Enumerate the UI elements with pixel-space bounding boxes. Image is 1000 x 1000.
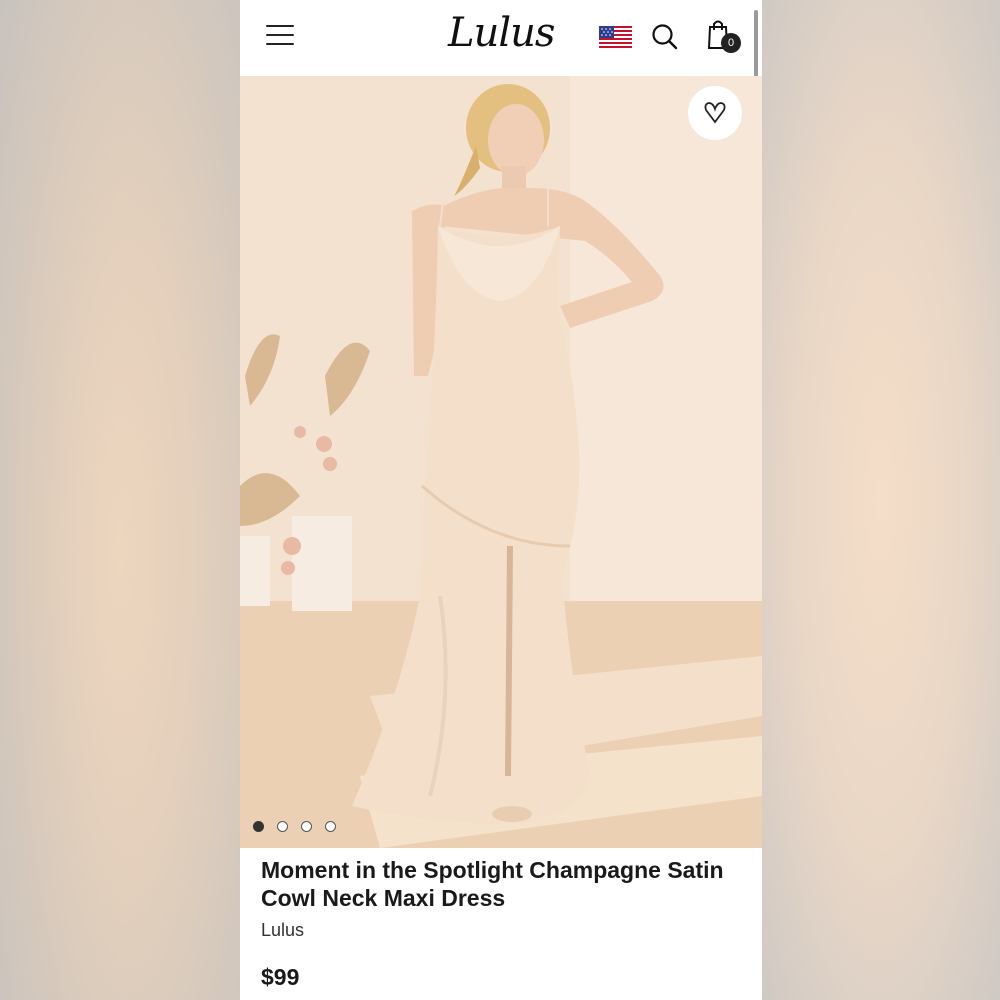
product-title: Moment in the Spotlight Champagne Satin …	[261, 857, 724, 911]
carousel-dot[interactable]	[325, 821, 336, 832]
carousel-indicators	[253, 821, 336, 832]
favorite-button[interactable]	[688, 86, 742, 140]
product-photo-illustration	[240, 76, 762, 848]
hamburger-icon[interactable]	[266, 25, 294, 47]
product-image[interactable]	[240, 76, 762, 848]
heart-icon	[704, 102, 726, 124]
us-flag-icon[interactable]	[599, 26, 632, 50]
site-header: Lulus 0	[240, 0, 762, 142]
product-brand[interactable]: Lulus	[261, 920, 304, 941]
carousel-dot[interactable]	[301, 821, 312, 832]
product-price: $99	[261, 964, 300, 990]
site-logo[interactable]: Lulus	[448, 10, 555, 56]
carousel-dot[interactable]	[277, 821, 288, 832]
cart-count-badge: 0	[721, 33, 741, 53]
background-left	[0, 0, 240, 1000]
background-right	[762, 0, 1000, 1000]
phone-screen: Lulus 0 Moment in the Spotlight Champagn…	[240, 0, 762, 1000]
carousel-dot[interactable]	[253, 821, 264, 832]
product-info: Moment in the Spotlight Champagne Satin …	[240, 848, 762, 1000]
search-icon[interactable]	[651, 23, 679, 51]
